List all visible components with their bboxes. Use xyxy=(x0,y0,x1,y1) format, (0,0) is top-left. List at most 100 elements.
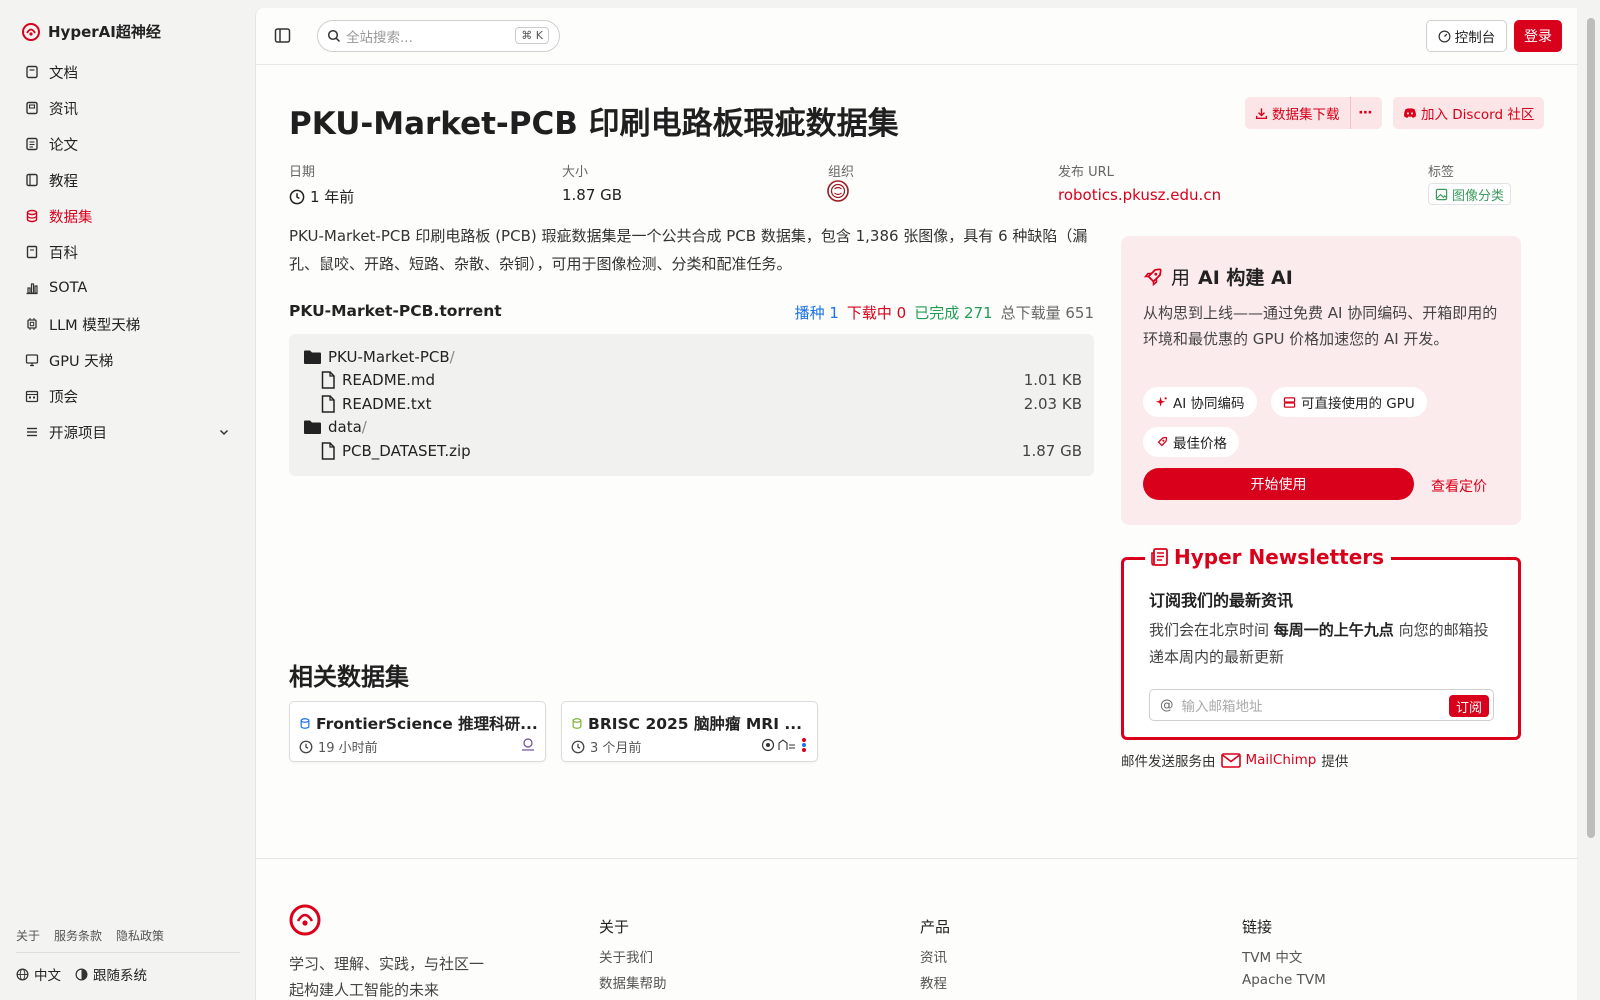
footer-logo-icon[interactable] xyxy=(289,904,321,936)
footer-link[interactable]: 教程 xyxy=(920,972,950,992)
calendar-icon xyxy=(24,388,40,404)
sidebar-item-conferences[interactable]: 顶会 xyxy=(14,378,240,414)
link-terms[interactable]: 服务条款 xyxy=(54,927,102,944)
sidebar-item-papers[interactable]: 论文 xyxy=(14,126,240,162)
footer-column-about: 关于 关于我们 数据集帮助 xyxy=(599,918,667,992)
book-icon xyxy=(24,64,40,80)
language-label: 中文 xyxy=(34,968,61,984)
search-placeholder: 全站搜索... xyxy=(346,30,413,46)
meta-size-label: 大小 xyxy=(562,165,589,180)
stat-downloading: 下载中 0 xyxy=(846,304,907,322)
image-icon xyxy=(1435,188,1448,201)
footer-link[interactable]: Apache TVM xyxy=(1242,972,1326,988)
chip-icon xyxy=(24,316,40,332)
clock-icon xyxy=(571,740,585,754)
search-icon xyxy=(327,29,341,43)
console-label: 控制台 xyxy=(1454,30,1496,46)
link-about[interactable]: 关于 xyxy=(16,927,40,944)
server-icon xyxy=(1283,396,1296,409)
file-icon xyxy=(320,442,336,460)
sidebar-bottom: 中文 跟随系统 xyxy=(16,964,147,984)
file-tree-folder[interactable]: data/ xyxy=(303,418,367,436)
file-tree-file[interactable]: README.txt xyxy=(320,395,432,413)
footer-link[interactable]: 数据集帮助 xyxy=(599,972,667,992)
sidebar-item-wiki[interactable]: 百科 xyxy=(14,234,240,270)
theme-label: 跟随系统 xyxy=(93,968,147,984)
join-discord-button[interactable]: 加入 Discord 社区 xyxy=(1393,97,1545,129)
sidebar-item-label: 百科 xyxy=(49,245,78,262)
related-dataset-card[interactable]: BRISC 2025 脑肿瘤 MRI ... 3 个月前 xyxy=(561,701,818,762)
publish-url-link[interactable]: robotics.pkusz.edu.cn xyxy=(1058,186,1221,204)
torrent-stats: 播种 1 下载中 0 已完成 271 总下载量 651 xyxy=(774,302,1094,323)
file-tree-file[interactable]: PCB_DATASET.zip xyxy=(320,442,471,460)
globe-icon xyxy=(16,968,29,981)
scrollbar-thumb[interactable] xyxy=(1587,18,1595,838)
file-tree-folder[interactable]: PKU-Market-PCB/ xyxy=(303,348,455,366)
footer-link[interactable]: 资讯 xyxy=(920,946,950,966)
related-dataset-card[interactable]: FrontierScience 推理科研... 19 小时前 xyxy=(289,701,546,762)
mailchimp-link[interactable]: MailChimp xyxy=(1220,752,1316,768)
chevron-down-icon[interactable] xyxy=(218,426,230,438)
command-icon: ⌘ xyxy=(521,29,533,42)
file-tree-file[interactable]: README.md xyxy=(320,371,435,389)
sidebar-item-open-source[interactable]: 开源项目 xyxy=(14,414,240,450)
sidebar-item-docs[interactable]: 文档 xyxy=(14,54,240,90)
newsletter-box: Hyper Newsletters 订阅我们的最新资讯 我们会在北京时间 每周一… xyxy=(1121,545,1521,740)
sparkle-icon xyxy=(1155,396,1168,409)
paper-icon xyxy=(24,136,40,152)
org-logo-icon[interactable] xyxy=(827,180,849,202)
page-footer: 学习、理解、实践，与社区一起构建人工智能的未来 关于 关于我们 数据集帮助 产品… xyxy=(256,858,1578,1000)
sidebar-item-gpu-leaderboard[interactable]: GPU 天梯 xyxy=(14,342,240,378)
footer-link[interactable]: 关于我们 xyxy=(599,946,667,966)
dataset-download-button[interactable]: 数据集下载 xyxy=(1245,97,1350,129)
org-logo-icon xyxy=(761,738,775,752)
related-dataset-title: BRISC 2025 脑肿瘤 MRI ... xyxy=(588,715,803,733)
org-logo-icon xyxy=(778,739,796,751)
stat-seed: 播种 1 xyxy=(794,304,839,322)
footer-tagline: 学习、理解、实践，与社区一起构建人工智能的未来 xyxy=(289,955,485,999)
stat-completed: 已完成 271 xyxy=(914,304,993,322)
subscribe-button[interactable]: 订阅 xyxy=(1448,695,1489,717)
link-privacy[interactable]: 隐私政策 xyxy=(116,927,164,944)
get-started-button[interactable]: 开始使用 xyxy=(1143,468,1414,500)
brand[interactable]: HyperAI超神经 xyxy=(22,21,161,42)
footer-column-products: 产品 资讯 教程 xyxy=(920,918,951,992)
sidebar-item-tutorials[interactable]: 教程 xyxy=(14,162,240,198)
tutorial-icon xyxy=(24,172,40,188)
topbar: 全站搜索... ⌘ K 控制台 登录 xyxy=(256,8,1578,65)
file-icon xyxy=(320,371,336,389)
login-button[interactable]: 登录 xyxy=(1514,20,1562,52)
sidebar-item-news[interactable]: 资讯 xyxy=(14,90,240,126)
sidebar-item-sota[interactable]: SOTA xyxy=(14,270,240,306)
sidebar-item-datasets[interactable]: 数据集 xyxy=(14,198,240,234)
sidebar-toggle-icon[interactable] xyxy=(274,27,291,44)
meta-tags-label: 标签 xyxy=(1428,165,1455,180)
sidebar-item-label: 数据集 xyxy=(49,209,93,226)
sidebar-item-label: GPU 天梯 xyxy=(49,353,114,370)
newsletter-email-input[interactable]: @ 输入邮箱地址 订阅 xyxy=(1149,689,1494,721)
language-switcher[interactable]: 中文 xyxy=(16,964,61,984)
console-button[interactable]: 控制台 xyxy=(1426,20,1507,52)
tag-image-classification[interactable]: 图像分类 xyxy=(1428,183,1512,205)
related-datasets-title: 相关数据集 xyxy=(289,663,409,691)
sidebar-item-label: 顶会 xyxy=(49,389,78,406)
monitor-icon xyxy=(24,352,40,368)
folder-icon xyxy=(303,419,322,435)
email-placeholder: 输入邮箱地址 xyxy=(1181,699,1263,715)
view-pricing-link[interactable]: 查看定价 xyxy=(1431,476,1487,496)
theme-switcher[interactable]: 跟随系统 xyxy=(75,964,147,984)
org-logo-icon xyxy=(519,737,537,753)
chart-icon xyxy=(24,280,40,296)
sidebar-item-llm-leaderboard[interactable]: LLM 模型天梯 xyxy=(14,306,240,342)
footer-link[interactable]: TVM 中文 xyxy=(1242,946,1326,966)
download-button-group: 数据集下载 ⋯ xyxy=(1245,97,1382,129)
related-dataset-title: FrontierScience 推理科研... xyxy=(316,715,538,733)
search-input[interactable]: 全站搜索... ⌘ K xyxy=(317,20,560,52)
file-size: 2.03 KB xyxy=(1023,395,1082,413)
sidebar-divider xyxy=(16,952,240,953)
list-icon xyxy=(24,424,40,440)
clock-icon xyxy=(289,189,305,205)
brand-name: HyperAI超神经 xyxy=(48,23,161,41)
news-icon xyxy=(24,100,40,116)
more-options-button[interactable]: ⋯ xyxy=(1349,97,1382,129)
